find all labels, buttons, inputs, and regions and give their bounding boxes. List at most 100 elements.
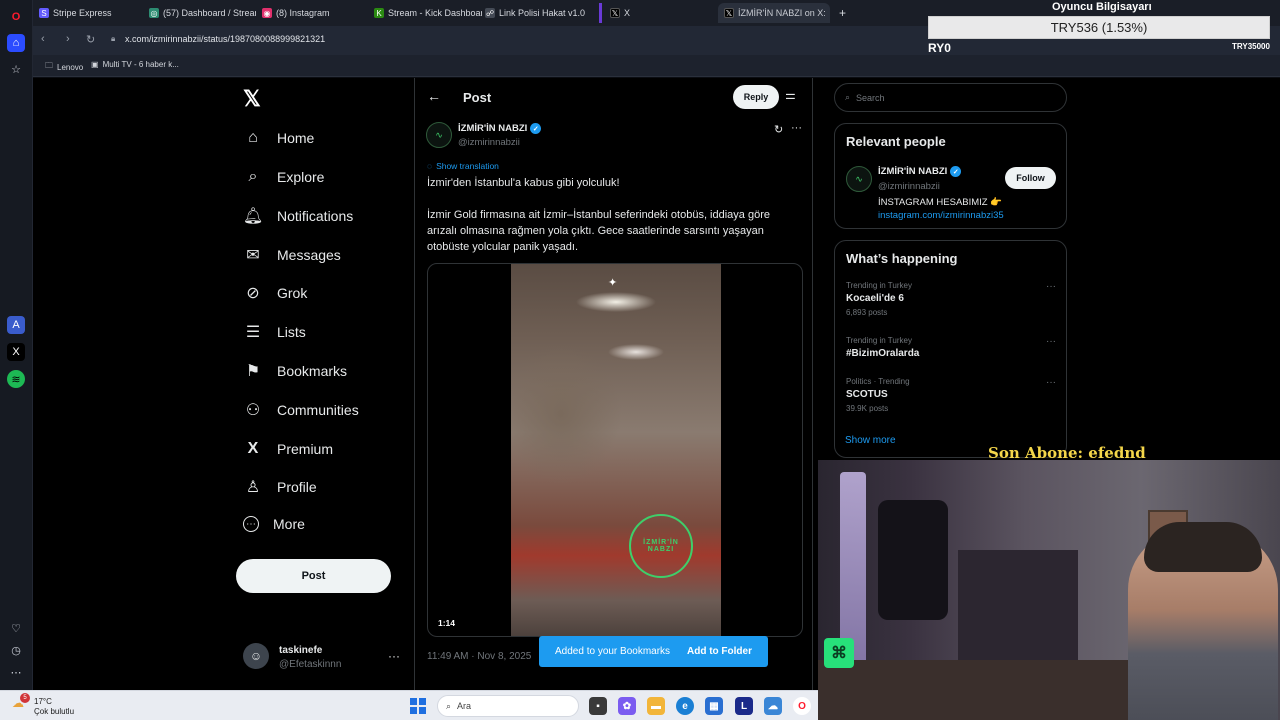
author-handle[interactable]: @izmirinnabzii — [458, 137, 520, 148]
windows-start-icon[interactable] — [410, 698, 426, 714]
person-name-text: İZMİR'İN NABZI — [878, 166, 948, 177]
nav-profile[interactable]: ♙ Profile — [243, 477, 317, 497]
sparkle-icon[interactable]: ✦ — [608, 276, 617, 289]
bookmark-lenovo[interactable]: 🗀 Lenovo — [45, 60, 83, 74]
person-avatar[interactable]: ∿ — [846, 166, 872, 192]
search-icon: ⌕ — [446, 700, 452, 711]
profile-icon: ♙ — [245, 479, 261, 496]
avatar: ☺ — [243, 643, 269, 669]
nav-label: More — [273, 516, 305, 532]
bookmark-multitv[interactable]: ▣ Multi TV - 6 haber k... — [91, 60, 179, 69]
opera-taskbar-icon[interactable]: O — [793, 697, 811, 715]
grok-icon: ⊘ — [246, 285, 260, 302]
trend-title: SCOTUS — [846, 389, 888, 400]
tab-stripe[interactable]: S Stripe Express — [39, 3, 149, 23]
trend-more-icon[interactable]: ··· — [1046, 281, 1056, 292]
video-duration: 1:14 — [438, 618, 456, 628]
post-video[interactable]: İZMİR'İN NABZI ✦ 1:14 — [427, 263, 803, 637]
file-explorer-icon[interactable]: ▬ — [647, 697, 665, 715]
nav-premium[interactable]: X Premium — [243, 439, 333, 459]
grok-explain-icon[interactable]: ↻ — [774, 123, 783, 136]
trend-item[interactable]: Trending in Turkey Kocaeli'de 6 6,893 po… — [846, 281, 1056, 317]
nav-messages[interactable]: ✉ Messages — [243, 245, 341, 265]
nav-communities[interactable]: ⚇ Communities — [243, 400, 359, 420]
tab-izmir-active[interactable]: 𝕏İZMİR'İN NABZI on X:× — [718, 3, 830, 23]
tab-link-polisi[interactable]: ☍ Link Polisi Hakat v1.0 — [485, 3, 595, 23]
back-icon[interactable]: ‹ — [41, 33, 45, 45]
new-tab-button[interactable]: + — [839, 3, 855, 23]
task-view-icon[interactable]: ▪ — [589, 697, 607, 715]
page-title: Post — [463, 90, 492, 105]
trend-count: 6,893 posts — [846, 308, 888, 317]
show-more-link[interactable]: Show more — [845, 435, 896, 446]
nav-label: Bookmarks — [277, 363, 348, 379]
search-icon: ⌕ — [248, 168, 258, 185]
app-icon[interactable]: ☁ — [764, 697, 782, 715]
post-more-icon[interactable]: ··· — [791, 122, 802, 134]
x-tab-icon: 𝕏 — [724, 8, 734, 18]
search-input[interactable]: ⌕ Search — [834, 83, 1067, 112]
trend-more-icon[interactable]: ··· — [1046, 377, 1056, 388]
nav-home[interactable]: ⌂ Home — [243, 128, 314, 148]
follow-button[interactable]: Follow — [1005, 167, 1056, 189]
edge-icon[interactable]: e — [676, 697, 694, 715]
account-name: taskinefe — [279, 645, 323, 656]
relevant-people-card: Relevant people ∿ İZMİR'İN NABZI ✓ @izmir… — [834, 123, 1067, 229]
account-switcher[interactable]: ☺ taskinefe @Efetaskinnn ··· — [243, 643, 413, 673]
toast-text: Added to your Bookmarks — [555, 646, 671, 657]
person-link[interactable]: instagram.com/izmirinnabzi35 — [878, 210, 1004, 221]
spotify-icon[interactable]: ≋ — [7, 370, 25, 388]
person-bio: İNSTAGRAM HESABIMIZ 👉 — [878, 197, 1003, 208]
post-timestamp[interactable]: 11:49 AM · Nov 8, 2025 — [427, 651, 531, 662]
person-handle[interactable]: @izmirinnabzii — [878, 181, 940, 192]
tab-streamlabs[interactable]: ◎ (57) Dashboard / Streamlab — [149, 3, 256, 23]
nav-notifications[interactable]: 🔔︎ Notifications — [243, 206, 353, 226]
post-button[interactable]: Post — [236, 559, 391, 593]
lenovo-vantage-icon[interactable]: L — [735, 697, 753, 715]
post-column: ← Post Reply ⚌ ∿ İZMİR'İN NABZI ✓ @izmiri… — [414, 78, 813, 690]
tab-x[interactable]: 𝕏X — [599, 3, 709, 23]
heart-icon[interactable]: ♡ — [7, 619, 25, 637]
person-name[interactable]: İZMİR'İN NABZI ✓ — [878, 166, 962, 177]
nav-grok[interactable]: ⊘ Grok — [243, 283, 307, 303]
x-sidebar-icon[interactable]: X — [7, 343, 25, 361]
tab-label: Stripe Express — [53, 8, 112, 18]
bell-icon: 🔔︎ — [242, 208, 264, 225]
tab-kick[interactable]: K Stream - Kick Dashboard — [374, 3, 482, 23]
add-to-folder-button[interactable]: Add to Folder — [687, 646, 752, 657]
store-icon[interactable]: ▦ — [705, 697, 723, 715]
premium-x-icon: X — [247, 440, 259, 457]
trend-item[interactable]: Politics · Trending SCOTUS 39.9K posts ·… — [846, 377, 1056, 413]
bookmark-label: Multi TV - 6 haber k... — [102, 60, 179, 69]
streamlabs-icon: ◎ — [149, 8, 159, 18]
show-translation-link[interactable]: ◌ Show translation — [427, 161, 499, 171]
settings-sliders-icon[interactable]: ⚌ — [785, 88, 796, 102]
tab-instagram[interactable]: ◉ (8) Instagram — [262, 3, 368, 23]
history-icon[interactable]: ◷ — [7, 641, 25, 659]
forward-icon[interactable]: › — [66, 33, 70, 45]
x-logo-icon[interactable]: 𝕏 — [243, 86, 261, 112]
copilot-icon[interactable]: ✿ — [618, 697, 636, 715]
account-more-icon[interactable]: ··· — [388, 649, 400, 663]
opera-logo-icon[interactable]: O — [7, 8, 25, 26]
reload-icon[interactable]: ↻ — [86, 33, 95, 46]
url-field[interactable]: x.com/izmirinnabzii/status/1987080088999… — [125, 34, 325, 44]
reply-button[interactable]: Reply — [733, 85, 779, 109]
author-name[interactable]: İZMİR'İN NABZI ✓ — [458, 123, 542, 134]
home-icon[interactable]: ⌂ — [7, 34, 25, 52]
trend-item[interactable]: Trending in Turkey #BizimOralarda ··· — [846, 336, 1056, 359]
back-arrow-icon[interactable]: ← — [427, 88, 441, 104]
trend-more-icon[interactable]: ··· — [1046, 336, 1056, 347]
nav-explore[interactable]: ⌕ Explore — [243, 167, 325, 187]
nav-bookmarks[interactable]: ⚑ Bookmarks — [243, 361, 347, 381]
nav-lists[interactable]: ☰ Lists — [243, 322, 306, 342]
notification-badge: 5 — [20, 693, 30, 703]
aria-icon[interactable]: A — [7, 316, 25, 334]
taskbar-search[interactable]: ⌕ Ara — [437, 695, 579, 717]
nav-more[interactable]: ⋯ More — [243, 516, 305, 532]
green-logo-icon: ⌘ — [824, 638, 854, 668]
star-icon[interactable]: ☆ — [7, 60, 25, 78]
author-avatar[interactable]: ∿ — [426, 122, 452, 148]
more-icon[interactable]: ⋯ — [7, 663, 25, 681]
video-frame[interactable]: İZMİR'İN NABZI — [511, 264, 721, 636]
